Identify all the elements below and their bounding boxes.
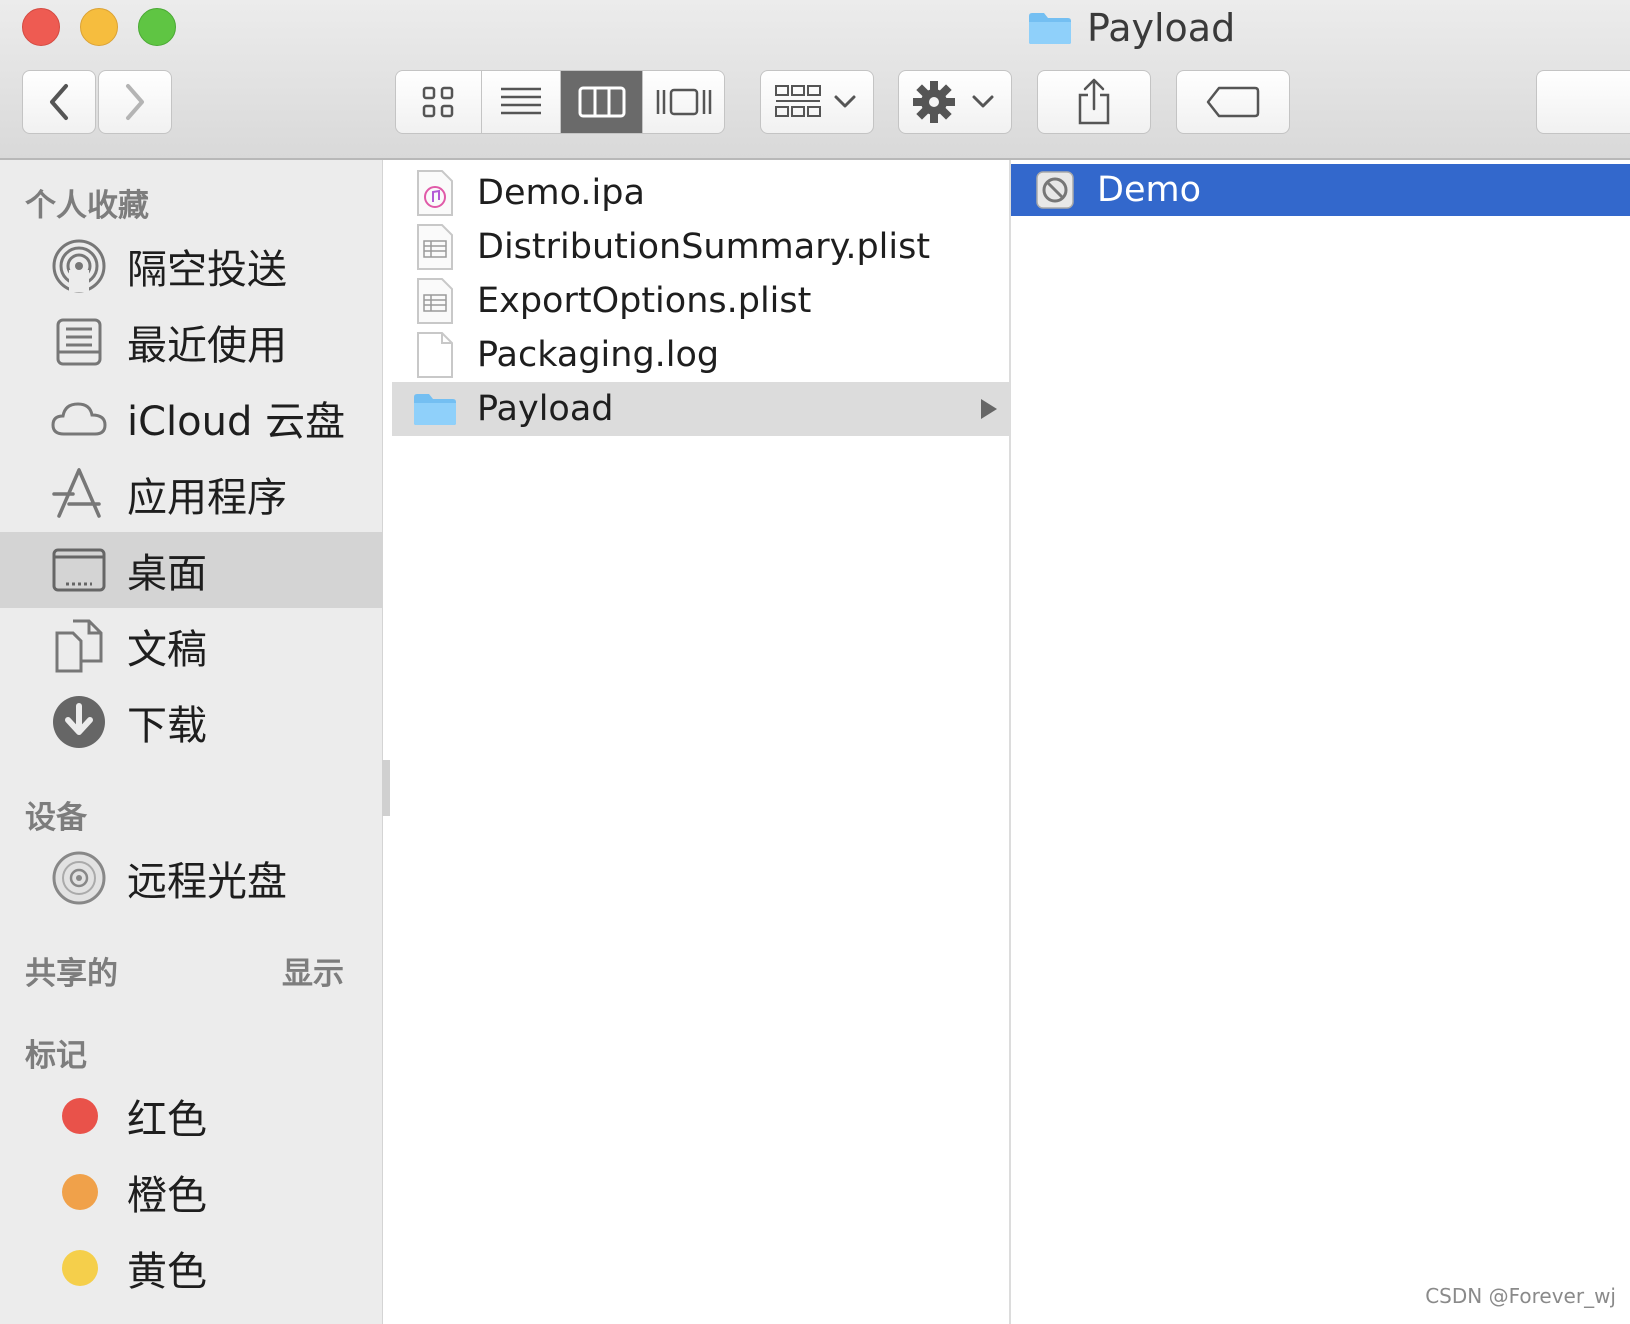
browser-column-2: Demo — [1011, 160, 1630, 1324]
plist-file-icon — [412, 276, 458, 326]
tag-color-dot — [62, 1174, 98, 1210]
disc-icon — [50, 849, 108, 907]
plist-file-icon — [412, 222, 458, 272]
download-icon — [50, 693, 108, 751]
sidebar-item-applications[interactable]: 应用程序 — [0, 456, 382, 532]
toolbar: Payload — [0, 0, 1630, 160]
cloud-icon — [50, 389, 108, 447]
sidebar-item-recents[interactable]: 最近使用 — [0, 304, 382, 380]
file-name: ExportOptions.plist — [477, 281, 812, 321]
sidebar-item-label: iCloud 云盘 — [127, 399, 346, 445]
gallery-view-button[interactable] — [643, 71, 724, 133]
tag-button[interactable] — [1176, 70, 1290, 134]
tag-color-dot — [62, 1098, 98, 1134]
folder-icon — [412, 384, 458, 434]
window-title-text: Payload — [1087, 6, 1236, 50]
devices-header: 设备 — [25, 800, 87, 836]
folder-icon — [1029, 13, 1071, 44]
group-button[interactable] — [760, 70, 874, 134]
sidebar-item-label: 远程光盘 — [127, 859, 287, 905]
sidebar-item-label: 橙色 — [127, 1173, 207, 1219]
column-view-button[interactable] — [561, 71, 644, 133]
sidebar-item-remote-disc[interactable]: 远程光盘 — [0, 840, 382, 916]
file-row-selected[interactable]: Payload — [392, 382, 1009, 436]
action-button[interactable] — [898, 70, 1012, 134]
view-mode-control — [395, 70, 725, 134]
sidebar: 个人收藏 隔空投送 最近使用 iCloud 云盘 应用程序 桌面 文稿 下载 设… — [0, 160, 383, 1324]
tag-color-dot — [62, 1250, 98, 1286]
sidebar-item-label: 黄色 — [127, 1249, 207, 1295]
shared-show-button[interactable]: 显示 — [282, 948, 344, 993]
sidebar-item-tag-yellow[interactable]: 黄色 — [0, 1230, 382, 1306]
share-icon — [1078, 78, 1110, 125]
disclosure-triangle-icon — [981, 399, 997, 419]
icon-view-icon — [423, 86, 454, 118]
favorites-header: 个人收藏 — [25, 188, 149, 224]
ipa-file-icon — [412, 168, 458, 218]
list-view-button[interactable] — [481, 71, 562, 133]
sidebar-item-label: 最近使用 — [127, 323, 287, 369]
file-row[interactable]: DistributionSummary.plist — [392, 220, 1009, 274]
sidebar-item-tag-orange[interactable]: 橙色 — [0, 1154, 382, 1230]
file-row-selected[interactable]: Demo — [1011, 164, 1630, 216]
chevron-left-icon — [50, 84, 68, 120]
forward-button[interactable] — [98, 70, 172, 134]
gallery-view-icon — [656, 88, 711, 116]
sidebar-item-label: 红色 — [127, 1097, 207, 1143]
sidebar-item-airdrop[interactable]: 隔空投送 — [0, 228, 382, 304]
desktop-icon — [50, 541, 108, 599]
documents-icon — [50, 617, 108, 675]
icon-view-button[interactable] — [396, 71, 482, 133]
gear-icon — [913, 81, 994, 123]
window-title: Payload — [1027, 6, 1235, 50]
share-button[interactable] — [1037, 70, 1151, 134]
file-row[interactable]: Demo.ipa — [392, 166, 1009, 220]
shared-header: 共享的 — [25, 956, 118, 992]
browser-column-1: Demo.ipa DistributionSummary.plist Expor… — [392, 160, 1011, 1324]
file-name: Demo — [1097, 170, 1201, 210]
sidebar-item-icloud[interactable]: iCloud 云盘 — [0, 380, 382, 456]
close-window-button[interactable] — [22, 8, 60, 46]
minimize-window-button[interactable] — [80, 8, 118, 46]
finder-window: Payload 个人收藏 隔空投送 最近使用 iCloud 云盘 应用程序 桌面… — [0, 0, 1630, 1324]
file-name: Payload — [477, 389, 614, 429]
column-view-icon — [578, 86, 626, 118]
sidebar-item-downloads[interactable]: 下载 — [0, 684, 382, 760]
back-button[interactable] — [22, 70, 96, 134]
sidebar-item-label: 应用程序 — [127, 475, 287, 521]
sidebar-item-documents[interactable]: 文稿 — [0, 608, 382, 684]
tag-icon — [1206, 86, 1260, 118]
sidebar-item-tag-red[interactable]: 红色 — [0, 1078, 382, 1154]
recents-icon — [50, 313, 108, 371]
tags-header: 标记 — [25, 1038, 87, 1074]
chevron-right-icon — [126, 84, 144, 120]
zoom-window-button[interactable] — [138, 8, 176, 46]
applications-icon — [50, 465, 108, 523]
airdrop-icon — [50, 237, 108, 295]
sidebar-item-desktop[interactable]: 桌面 — [0, 532, 382, 608]
sidebar-item-label: 隔空投送 — [127, 247, 287, 293]
file-row[interactable]: Packaging.log — [392, 328, 1009, 382]
app-icon — [1036, 171, 1074, 209]
file-name: DistributionSummary.plist — [477, 227, 931, 267]
file-row[interactable]: ExportOptions.plist — [392, 274, 1009, 328]
sidebar-scrollbar[interactable] — [382, 760, 390, 816]
sidebar-item-label: 下载 — [127, 703, 207, 749]
watermark: CSDN @Forever_wj — [1425, 1284, 1616, 1308]
file-name: Demo.ipa — [477, 173, 645, 213]
file-name: Packaging.log — [477, 335, 720, 375]
log-file-icon — [412, 330, 458, 380]
search-field[interactable] — [1536, 70, 1630, 134]
sidebar-item-label: 桌面 — [127, 551, 207, 597]
group-grid-icon — [775, 85, 856, 117]
sidebar-item-label: 文稿 — [127, 627, 207, 673]
list-view-icon — [501, 87, 542, 115]
